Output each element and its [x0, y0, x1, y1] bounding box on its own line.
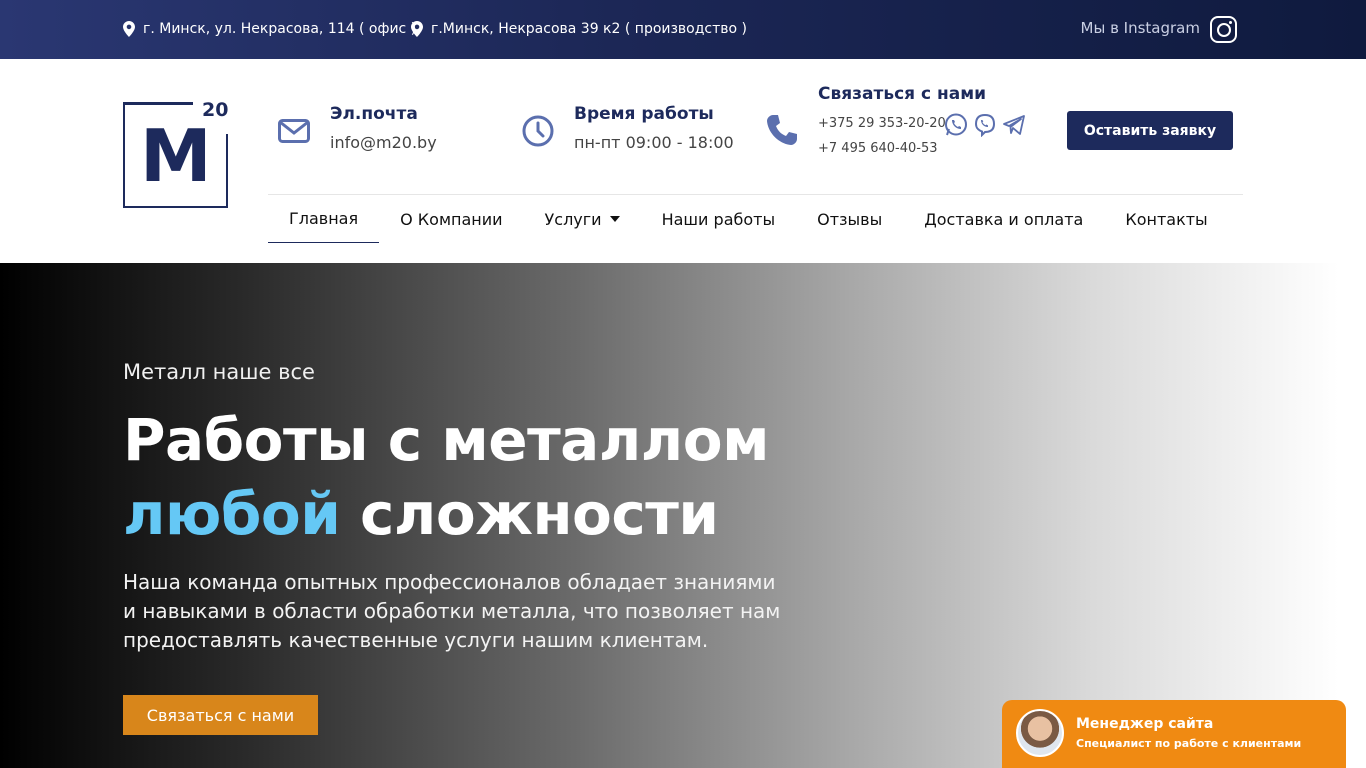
phone-number-2[interactable]: +7 495 640-40-53: [818, 141, 986, 156]
leave-request-button[interactable]: Оставить заявку: [1067, 111, 1233, 150]
hero-description: Наша команда опытных профессионалов обла…: [123, 570, 781, 652]
email-block: Эл.почта info@m20.by: [330, 104, 437, 152]
hours-title: Время работы: [574, 104, 714, 124]
logo-frame-top: [123, 102, 193, 105]
envelope-icon: [278, 119, 310, 143]
hours-block: Время работы пн-пт 09:00 - 18:00: [574, 104, 734, 152]
messenger-icons: [944, 113, 1026, 137]
manager-role: Специалист по работе с клиентами: [1076, 737, 1302, 750]
hero-section: Металл наше все Работы с металлом любой …: [0, 263, 1366, 768]
hero-title: Работы с металлом любой сложности: [123, 403, 770, 551]
viber-icon[interactable]: [973, 113, 997, 137]
chevron-down-icon: [609, 216, 620, 222]
main-nav: Главная О Компании Услуги Наши работы От…: [268, 195, 1229, 243]
nav-item-services-label: Услуги: [544, 209, 602, 229]
whatsapp-icon[interactable]: [944, 113, 968, 137]
hero-title-rest: сложности: [340, 480, 719, 548]
top-bar: г. Минск, ул. Некрасова, 114 ( офис ) г.…: [0, 0, 1366, 59]
address-office[interactable]: г. Минск, ул. Некрасова, 114 ( офис ): [123, 21, 416, 37]
manager-avatar: [1016, 709, 1064, 757]
map-pin-icon: [411, 21, 423, 37]
email-value[interactable]: info@m20.by: [330, 133, 437, 152]
address-production-text: г.Минск, Некрасова 39 к2 ( производство …: [431, 21, 748, 37]
nav-item-contacts[interactable]: Контакты: [1104, 195, 1228, 243]
nav-item-about[interactable]: О Компании: [379, 195, 523, 243]
logo-letter: M: [140, 114, 212, 198]
nav-item-services[interactable]: Услуги: [524, 195, 641, 243]
nav-item-delivery[interactable]: Доставка и оплата: [903, 195, 1104, 243]
clock-icon: [522, 115, 554, 147]
site-header: M 20 Эл.почта info@m20.by Время работы п…: [0, 59, 1366, 263]
instagram-icon[interactable]: [1210, 16, 1237, 43]
hours-value: пн-пт 09:00 - 18:00: [574, 133, 734, 152]
map-pin-icon: [123, 21, 135, 37]
nav-item-reviews[interactable]: Отзывы: [796, 195, 903, 243]
address-office-text: г. Минск, ул. Некрасова, 114 ( офис ): [143, 21, 417, 37]
logo-frame-right: [225, 134, 228, 208]
email-title: Эл.почта: [330, 104, 418, 124]
hero-title-line1: Работы с металлом: [123, 406, 770, 474]
logo-number: 20: [202, 99, 229, 121]
nav-item-works[interactable]: Наши работы: [641, 195, 797, 243]
hero-kicker: Металл наше все: [123, 360, 315, 384]
contact-title: Связаться с нами: [818, 84, 987, 104]
logo[interactable]: M 20: [123, 99, 229, 208]
manager-name: Менеджер сайта: [1076, 716, 1214, 732]
nav-item-home[interactable]: Главная: [268, 195, 380, 243]
instagram-link[interactable]: Мы в Instagram: [1081, 19, 1200, 37]
hero-title-accent: любой: [123, 480, 341, 548]
contact-us-button[interactable]: Связаться с нами: [123, 695, 318, 735]
address-production[interactable]: г.Минск, Некрасова 39 к2 ( производство …: [411, 21, 747, 37]
telegram-icon[interactable]: [1002, 113, 1026, 137]
phone-icon: [767, 115, 797, 145]
manager-chat-widget[interactable]: Менеджер сайта Специалист по работе с кл…: [1002, 700, 1346, 768]
